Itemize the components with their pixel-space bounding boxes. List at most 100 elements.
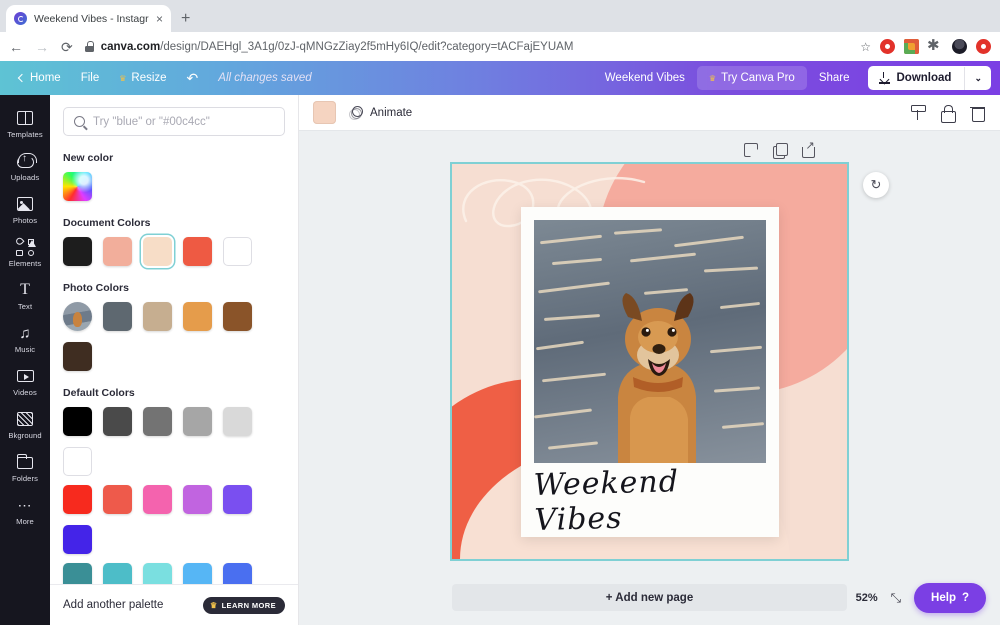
photo-colors-label: Photo Colors: [63, 282, 285, 294]
default-colors-row: [63, 485, 285, 554]
color-picker-swatch[interactable]: [63, 172, 92, 201]
puzzle-extension-icon[interactable]: [928, 39, 943, 54]
default-color-swatch[interactable]: [223, 485, 252, 514]
close-icon[interactable]: ×: [156, 13, 163, 25]
templates-icon: [16, 109, 34, 127]
design-canvas[interactable]: Weekend Vibes: [452, 164, 847, 559]
dog-photo[interactable]: [534, 220, 766, 463]
sidebar-item-text[interactable]: T Text: [0, 274, 50, 317]
new-color-row: [63, 172, 285, 201]
default-color-swatch[interactable]: [103, 563, 132, 584]
browser-tab[interactable]: Weekend Vibes - Instagram P ×: [6, 5, 171, 32]
crown-icon: ♛: [119, 74, 126, 83]
default-color-swatch[interactable]: [143, 485, 172, 514]
canvas-caption-text[interactable]: Weekend Vibes: [533, 460, 767, 540]
default-color-swatch[interactable]: [63, 525, 92, 554]
learn-more-label: LEARN MORE: [222, 601, 276, 610]
default-color-swatch[interactable]: [63, 485, 92, 514]
help-button[interactable]: Help ?: [914, 583, 986, 613]
sidebar-item-templates[interactable]: Templates: [0, 102, 50, 145]
default-color-swatch[interactable]: [63, 407, 92, 436]
music-icon: ♫: [16, 324, 34, 342]
add-new-page-button[interactable]: + Add new page: [452, 584, 847, 611]
home-label: Home: [30, 72, 61, 84]
document-colors-row: [63, 237, 285, 266]
default-color-swatch[interactable]: [143, 563, 172, 584]
sidebar-item-photos[interactable]: Photos: [0, 188, 50, 231]
document-title[interactable]: Weekend Vibes: [593, 66, 697, 90]
default-color-swatch[interactable]: [183, 485, 212, 514]
lock-icon[interactable]: [939, 104, 956, 121]
delete-icon[interactable]: [969, 104, 986, 121]
address-bar[interactable]: canva.com/design/DAEHgl_3A1g/0zJ-qMNGzZi…: [85, 41, 849, 53]
photo-color-swatch[interactable]: [183, 302, 212, 331]
export-page-icon[interactable]: [802, 143, 816, 157]
sidebar-item-uploads[interactable]: Uploads: [0, 145, 50, 188]
opera-gx-icon[interactable]: [976, 39, 991, 54]
rotate-handle[interactable]: ↻: [863, 172, 889, 198]
bookmark-star-icon[interactable]: ☆: [860, 40, 871, 54]
default-colors-grid: [63, 407, 285, 584]
photo-color-swatch[interactable]: [223, 302, 252, 331]
sidebar-item-elements[interactable]: Elements: [0, 231, 50, 274]
zoom-level[interactable]: 52%: [856, 592, 878, 604]
document-color-swatch[interactable]: [223, 237, 252, 266]
file-menu[interactable]: File: [71, 67, 110, 89]
sidebar-item-music[interactable]: ♫ Music: [0, 317, 50, 360]
duplicate-page-icon[interactable]: [773, 143, 787, 157]
object-color-swatch[interactable]: [313, 101, 336, 124]
url-domain: canva.com: [101, 41, 160, 53]
sidebar-item-videos[interactable]: Videos: [0, 360, 50, 403]
back-icon[interactable]: ←: [9, 40, 23, 54]
document-color-swatch[interactable]: [143, 237, 172, 266]
search-input[interactable]: Try "blue" or "#00c4cc": [63, 107, 285, 136]
sidebar-item-background[interactable]: Bkground: [0, 403, 50, 446]
document-color-swatch[interactable]: [63, 237, 92, 266]
color-picker-icon[interactable]: [904, 39, 919, 54]
fullscreen-icon[interactable]: ⤡: [891, 590, 901, 606]
default-color-swatch[interactable]: [63, 447, 92, 476]
try-canva-pro-button[interactable]: ♛ Try Canva Pro: [697, 66, 807, 90]
download-button[interactable]: Download ⌄: [868, 66, 992, 90]
background-icon: [16, 410, 34, 428]
url-path: /design/DAEHgl_3A1g/0zJ-qMNGzZiay2f5mHy6…: [160, 41, 573, 53]
animate-button[interactable]: Animate: [349, 106, 412, 120]
profile-avatar[interactable]: [952, 39, 967, 54]
default-color-swatch[interactable]: [223, 407, 252, 436]
document-color-swatch[interactable]: [183, 237, 212, 266]
new-tab-button[interactable]: +: [181, 11, 190, 27]
resize-button[interactable]: ♛ Resize: [109, 67, 176, 89]
sidebar-item-label: Templates: [7, 130, 43, 139]
default-color-swatch[interactable]: [103, 485, 132, 514]
add-palette-button[interactable]: Add another palette: [63, 599, 163, 611]
photo-color-swatch[interactable]: [103, 302, 132, 331]
home-button[interactable]: Home: [9, 67, 71, 89]
photo-thumbnail-swatch[interactable]: [63, 302, 92, 331]
opera-icon[interactable]: [880, 39, 895, 54]
crown-icon: ♛: [709, 74, 716, 83]
sidebar-item-label: Text: [18, 302, 32, 311]
forward-icon[interactable]: →: [35, 40, 49, 54]
photo-color-swatch[interactable]: [63, 342, 92, 371]
default-color-swatch[interactable]: [143, 407, 172, 436]
default-color-swatch[interactable]: [183, 407, 212, 436]
default-color-swatch[interactable]: [223, 563, 252, 584]
chevron-down-icon[interactable]: ⌄: [964, 67, 991, 90]
sidebar-item-more[interactable]: ⋯ More: [0, 489, 50, 532]
document-color-swatch[interactable]: [103, 237, 132, 266]
polaroid-frame[interactable]: Weekend Vibes: [521, 207, 779, 537]
reload-icon[interactable]: ⟳: [61, 40, 73, 54]
sidebar-item-label: Folders: [12, 474, 38, 483]
share-button[interactable]: Share: [807, 66, 862, 90]
undo-button[interactable]: ↶: [177, 66, 209, 90]
photo-color-swatch[interactable]: [143, 302, 172, 331]
try-pro-label: Try Canva Pro: [721, 72, 795, 84]
default-color-swatch[interactable]: [63, 563, 92, 584]
copy-style-icon[interactable]: [909, 104, 926, 121]
learn-more-badge[interactable]: ♛ LEARN MORE: [203, 597, 285, 614]
default-color-swatch[interactable]: [103, 407, 132, 436]
default-color-swatch[interactable]: [183, 563, 212, 584]
add-note-icon[interactable]: [744, 143, 758, 157]
elements-icon: [16, 238, 34, 256]
sidebar-item-folders[interactable]: Folders: [0, 446, 50, 489]
